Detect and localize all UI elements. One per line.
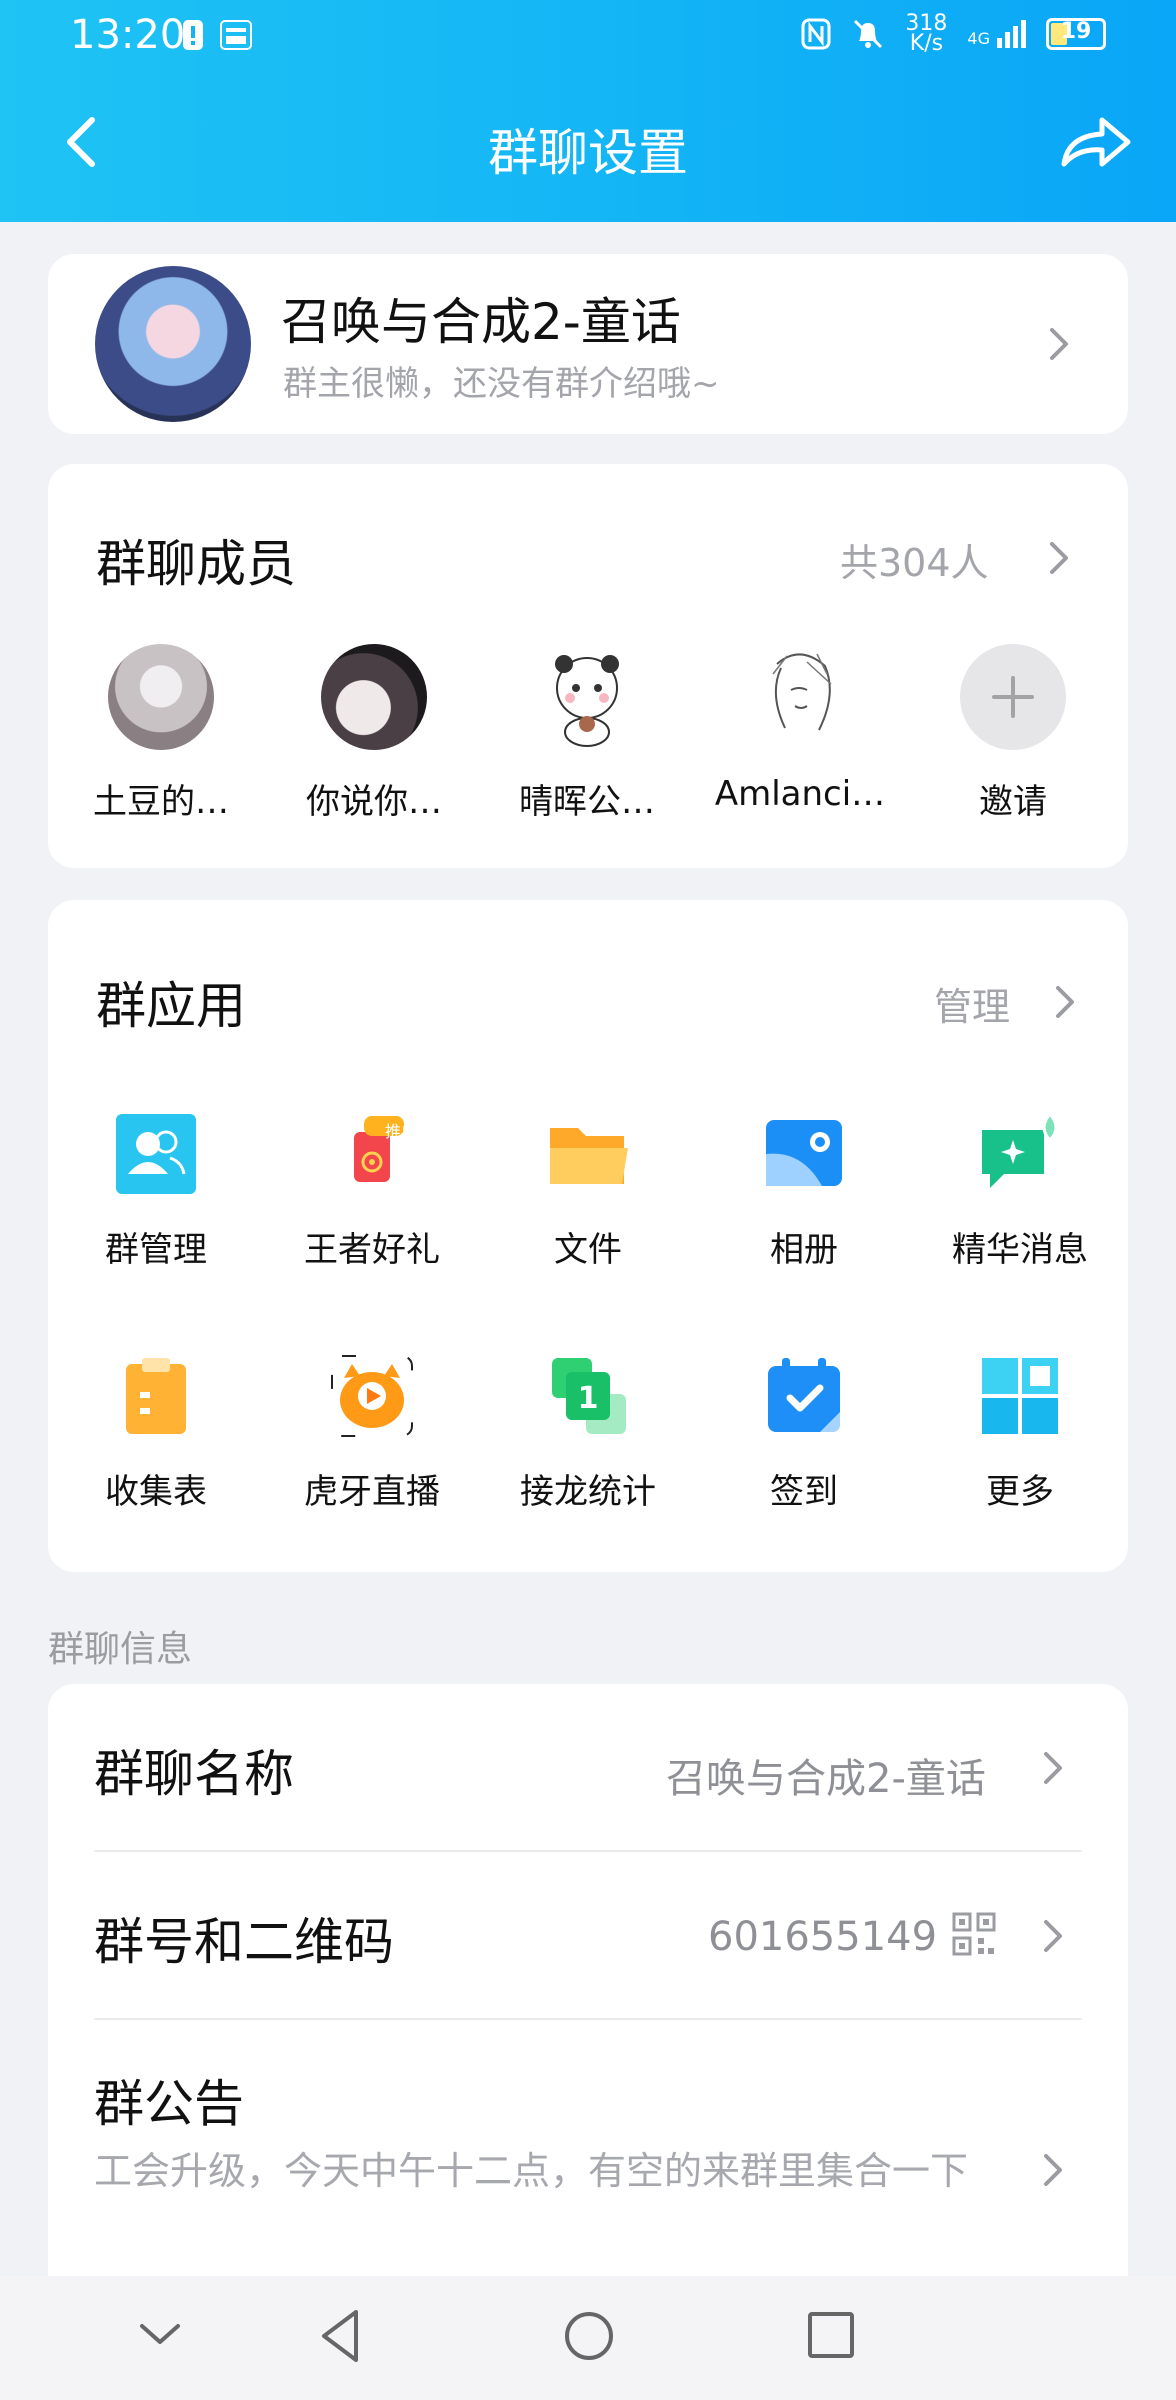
qr-code-icon[interactable] [952, 1912, 996, 1956]
app-label: 相册 [770, 1230, 838, 1270]
panda-sticker-icon [555, 655, 619, 747]
app-label: 文件 [554, 1230, 622, 1270]
app-files[interactable]: 文件 [493, 1112, 683, 1271]
app-huya-live[interactable]: 虎牙直播 [277, 1354, 467, 1513]
app-relay-stats[interactable]: 1 接龙统计 [493, 1354, 683, 1513]
signal-icon: 4G [967, 20, 1026, 48]
member-name: 土豆的… [93, 782, 229, 822]
home-circle-icon[interactable] [562, 2306, 616, 2366]
chevron-down-icon[interactable] [136, 2320, 184, 2350]
network-speed: 318 K/s [905, 13, 947, 56]
section-caption: 群聊信息 [48, 1629, 193, 1670]
more-grid-icon [982, 1358, 1058, 1434]
app-collect-form[interactable]: 收集表 [61, 1354, 251, 1513]
app-label: 群管理 [105, 1230, 207, 1270]
battery-icon: 19 [1046, 18, 1106, 50]
group-number-row[interactable]: 群号和二维码 601655149 [48, 1852, 1128, 2020]
group-notice-text: 工会升级，今天中午十二点，有空的来群里集合一下 [94, 2149, 969, 2193]
app-group-manage[interactable]: 群管理 [61, 1112, 251, 1271]
chevron-right-icon[interactable] [1054, 984, 1076, 1020]
status-time: 13:20 [70, 12, 186, 58]
clipboard-icon [126, 1358, 186, 1434]
members-card: 群聊成员 共304人 土豆的… 你说你… 晴晖公… Amlanci… 邀请 [48, 464, 1128, 868]
app-gift[interactable]: 推广 王者好礼 [277, 1112, 467, 1271]
group-number-value: 601655149 [708, 1914, 938, 1960]
essence-message-icon [982, 1111, 1058, 1188]
member-item[interactable]: 你说你… [284, 644, 464, 823]
network-type: 4G [967, 29, 990, 48]
status-bar: 13:20 318 K/s 4G 19 [0, 0, 1176, 70]
member-name: 你说你… [306, 782, 442, 822]
apps-manage-link[interactable]: 管理 [934, 976, 1010, 1031]
app-label: 精华消息 [952, 1230, 1088, 1270]
group-name-row[interactable]: 群聊名称 召唤与合成2-童话 [48, 1684, 1128, 1852]
invite-avatar [960, 644, 1066, 750]
member-avatar [108, 644, 214, 750]
member-name: 晴晖公… [519, 782, 655, 822]
group-avatar [95, 266, 251, 422]
app-label: 虎牙直播 [304, 1472, 440, 1512]
group-number-label: 群号和二维码 [94, 1913, 394, 1971]
battery-level: 19 [1060, 19, 1092, 44]
plus-icon [992, 676, 1034, 718]
status-right-group: 318 K/s 4G 19 [801, 13, 1106, 56]
app-label: 签到 [770, 1472, 838, 1512]
share-arrow-icon[interactable] [1058, 112, 1132, 172]
group-apps-card: 群应用 管理 群管理 推广 王者好礼 文件 相册 精华消息 收集表 虎牙直播 1… [48, 900, 1128, 1572]
apps-title: 群应用 [96, 977, 246, 1035]
app-label: 王者好礼 [304, 1230, 440, 1270]
member-avatar [747, 644, 853, 750]
back-triangle-icon[interactable] [316, 2306, 364, 2366]
chevron-right-icon [1044, 2154, 1062, 2186]
app-album[interactable]: 相册 [709, 1112, 899, 1271]
member-name: Amlanci… [714, 774, 886, 814]
group-name-label: 群聊名称 [94, 1745, 294, 1803]
chevron-right-icon[interactable] [1048, 540, 1070, 576]
alert-icon [183, 20, 203, 50]
calendar-checkin-icon [768, 1358, 840, 1432]
app-essence[interactable]: 精华消息 [925, 1111, 1115, 1271]
chevron-right-icon [1044, 1752, 1062, 1784]
invite-label: 邀请 [979, 782, 1047, 822]
nfc-icon [801, 18, 831, 50]
member-item[interactable]: 土豆的… [71, 644, 251, 823]
page-title: 群聊设置 [488, 124, 688, 182]
boss-app-icon [220, 20, 252, 50]
relay-stats-icon: 1 [552, 1358, 626, 1434]
member-item[interactable]: Amlanci… [710, 644, 890, 814]
sketch-portrait-icon [772, 653, 832, 731]
group-description: 群主很懒，还没有群介绍哦~ [283, 364, 720, 404]
app-more[interactable]: 更多 [925, 1354, 1115, 1513]
group-manage-icon [116, 1114, 196, 1194]
chevron-right-icon [1050, 328, 1068, 360]
group-info-card: 群聊名称 召唤与合成2-童话 群号和二维码 601655149 群公告 工会升级… [48, 1684, 1128, 2284]
group-notice-label: 群公告 [94, 2075, 244, 2133]
group-name: 召唤与合成2-童话 [281, 293, 681, 351]
members-title: 群聊成员 [96, 535, 296, 593]
app-checkin[interactable]: 签到 [709, 1354, 899, 1513]
app-label: 接龙统计 [520, 1472, 656, 1512]
huya-live-icon [331, 1355, 413, 1437]
header-bar: 13:20 318 K/s 4G 19 群聊设置 [0, 0, 1176, 222]
mute-bell-icon [854, 19, 883, 49]
app-label: 更多 [986, 1472, 1054, 1512]
recents-square-icon[interactable] [806, 2306, 856, 2366]
group-notice-row[interactable]: 群公告 工会升级，今天中午十二点，有空的来群里集合一下 [48, 2020, 1128, 2284]
system-nav-bar [0, 2276, 1176, 2400]
album-icon [766, 1120, 842, 1186]
member-item[interactable]: 晴晖公… [497, 644, 677, 823]
network-speed-unit: K/s [909, 31, 944, 56]
folder-icon [550, 1128, 628, 1184]
invite-button[interactable]: 邀请 [923, 644, 1103, 823]
group-name-value: 召唤与合成2-童话 [666, 1756, 986, 1802]
app-label: 收集表 [105, 1472, 207, 1512]
members-count[interactable]: 共304人 [840, 532, 989, 587]
member-avatar [321, 644, 427, 750]
member-avatar [534, 644, 640, 750]
group-profile-card[interactable]: 召唤与合成2-童话 群主很懒，还没有群介绍哦~ [48, 254, 1128, 434]
promo-badge: 推广 [385, 1122, 418, 1141]
svg-text:1: 1 [578, 1381, 599, 1416]
chevron-right-icon [1044, 1920, 1062, 1952]
